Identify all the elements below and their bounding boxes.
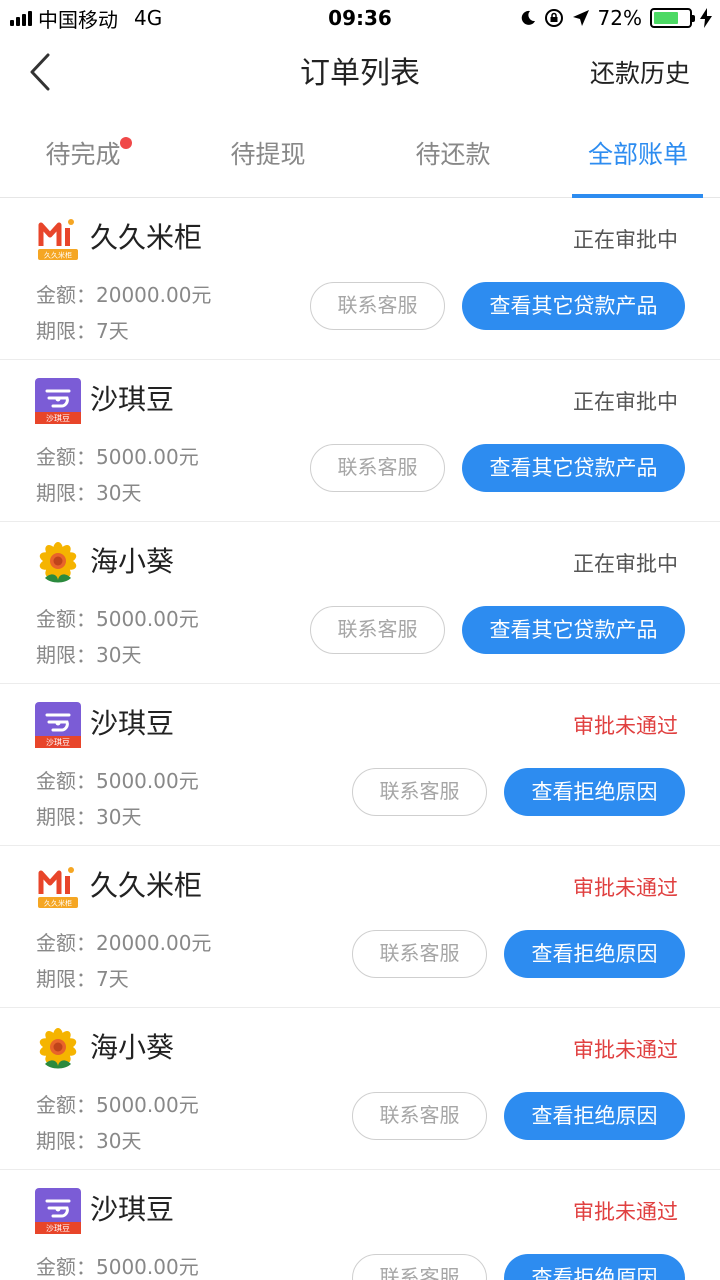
status-label: 审批未通过	[573, 1200, 678, 1224]
amount-label: 金额：20000.00元	[36, 931, 212, 955]
status-label: 审批未通过	[573, 714, 678, 738]
mi-logo: 久久米柜	[35, 216, 81, 262]
view-rejection-reason-button[interactable]: 查看拒绝原因	[504, 930, 685, 978]
view-rejection-reason-button[interactable]: 查看拒绝原因	[504, 768, 685, 816]
product-name: 海小葵	[90, 1031, 175, 1064]
contact-support-button[interactable]: 联系客服	[310, 606, 445, 654]
product-name: 久久米柜	[90, 869, 203, 902]
svg-text:久久米柜: 久久米柜	[44, 899, 72, 908]
amount-label: 金额：5000.00元	[36, 769, 199, 793]
term-label: 期限：7天	[36, 967, 129, 991]
location-icon	[572, 10, 589, 26]
repayment-history-link[interactable]: 还款历史	[590, 36, 690, 112]
status-label: 正在审批中	[573, 552, 678, 576]
sunflower-logo	[35, 540, 81, 586]
product-name: 沙琪豆	[90, 1193, 175, 1226]
tab-pending[interactable]: 待完成	[0, 112, 173, 198]
tab-bar: 待完成 待提现 待还款 全部账单	[0, 112, 720, 198]
shaqidou-logo: 沙琪豆	[35, 1188, 81, 1234]
product-name: 久久米柜	[90, 221, 203, 254]
contact-support-button[interactable]: 联系客服	[310, 282, 445, 330]
order-item: 海小葵 审批未通过金额：5000.00元 期限：30天 联系客服 查看拒绝原因	[0, 1008, 720, 1170]
order-list: 久久米柜 久久米柜 正在审批中 金额：20000.00元 期限：7天 联系客服 查看其它贷款…	[0, 198, 720, 1280]
tab-to-repay[interactable]: 待还款	[363, 112, 543, 198]
battery-icon	[650, 8, 695, 28]
svg-text:沙琪豆: 沙琪豆	[46, 737, 70, 747]
status-bar: 中国移动 4G 09:36 72%	[0, 0, 720, 36]
term-label: 期限：30天	[36, 643, 142, 667]
term-label: 期限：30天	[36, 805, 142, 829]
amount-label: 金额：20000.00元	[36, 283, 212, 307]
status-label: 正在审批中	[573, 228, 678, 252]
battery-level	[654, 12, 679, 24]
amount-label: 金额：5000.00元	[36, 445, 199, 469]
notification-dot	[120, 137, 132, 149]
status-bar-right: 72%	[520, 0, 712, 36]
charging-icon	[700, 8, 712, 28]
view-rejection-reason-button[interactable]: 查看拒绝原因	[504, 1254, 685, 1280]
status-label: 审批未通过	[573, 1038, 678, 1062]
term-label: 期限：30天	[36, 1129, 142, 1153]
term-label: 期限：7天	[36, 319, 129, 343]
contact-support-button[interactable]: 联系客服	[352, 1254, 487, 1280]
contact-support-button[interactable]: 联系客服	[352, 768, 487, 816]
contact-support-button[interactable]: 联系客服	[352, 1092, 487, 1140]
view-other-loans-button[interactable]: 查看其它贷款产品	[462, 282, 685, 330]
tab-to-withdraw[interactable]: 待提现	[178, 112, 358, 198]
product-name: 沙琪豆	[90, 383, 175, 416]
product-name: 海小葵	[90, 545, 175, 578]
battery-percent: 72%	[597, 6, 642, 30]
order-item: 海小葵 正在审批中金额：5000.00元 期限：30天 联系客服 查看其它贷款产品	[0, 522, 720, 684]
shaqidou-logo: 沙琪豆	[35, 702, 81, 748]
svg-text:沙琪豆: 沙琪豆	[46, 1223, 70, 1233]
order-item: 沙琪豆沙琪豆审批未通过金额：5000.00元期限：30天联系客服查看拒绝原因	[0, 684, 720, 846]
product-name: 沙琪豆	[90, 707, 175, 740]
amount-label: 金额：5000.00元	[36, 607, 199, 631]
svg-text:沙琪豆: 沙琪豆	[46, 413, 70, 423]
nav-bar: 订单列表 还款历史	[0, 36, 720, 112]
moon-icon	[521, 10, 535, 25]
order-item: 沙琪豆沙琪豆审批未通过金额：5000.00元期限：30天联系客服查看拒绝原因	[0, 1170, 720, 1280]
mi-logo: 久久米柜	[35, 864, 81, 910]
order-item: 沙琪豆 沙琪豆 正在审批中 金额：5000.00元 期限：30天 联系客服 查看其它贷款产品	[0, 360, 720, 522]
order-item: 久久米柜 久久米柜 正在审批中 金额：20000.00元 期限：7天 联系客服 查看其它贷款…	[0, 198, 720, 360]
rotation-lock-icon	[544, 9, 563, 27]
view-other-loans-button[interactable]: 查看其它贷款产品	[462, 444, 685, 492]
shaqidou-logo: 沙琪豆	[35, 378, 81, 424]
tab-all-bills[interactable]: 全部账单	[548, 112, 720, 198]
status-label: 审批未通过	[573, 876, 678, 900]
view-rejection-reason-button[interactable]: 查看拒绝原因	[504, 1092, 685, 1140]
amount-label: 金额：5000.00元	[36, 1093, 199, 1117]
contact-support-button[interactable]: 联系客服	[310, 444, 445, 492]
term-label: 期限：30天	[36, 481, 142, 505]
view-other-loans-button[interactable]: 查看其它贷款产品	[462, 606, 685, 654]
amount-label: 金额：5000.00元	[36, 1255, 199, 1279]
svg-text:久久米柜: 久久米柜	[44, 251, 72, 260]
order-item: 久久米柜 久久米柜 审批未通过 金额：20000.00元 期限：7天 联系客服 查看拒绝原因	[0, 846, 720, 1008]
sunflower-logo	[35, 1026, 81, 1072]
status-label: 正在审批中	[573, 390, 678, 414]
contact-support-button[interactable]: 联系客服	[352, 930, 487, 978]
